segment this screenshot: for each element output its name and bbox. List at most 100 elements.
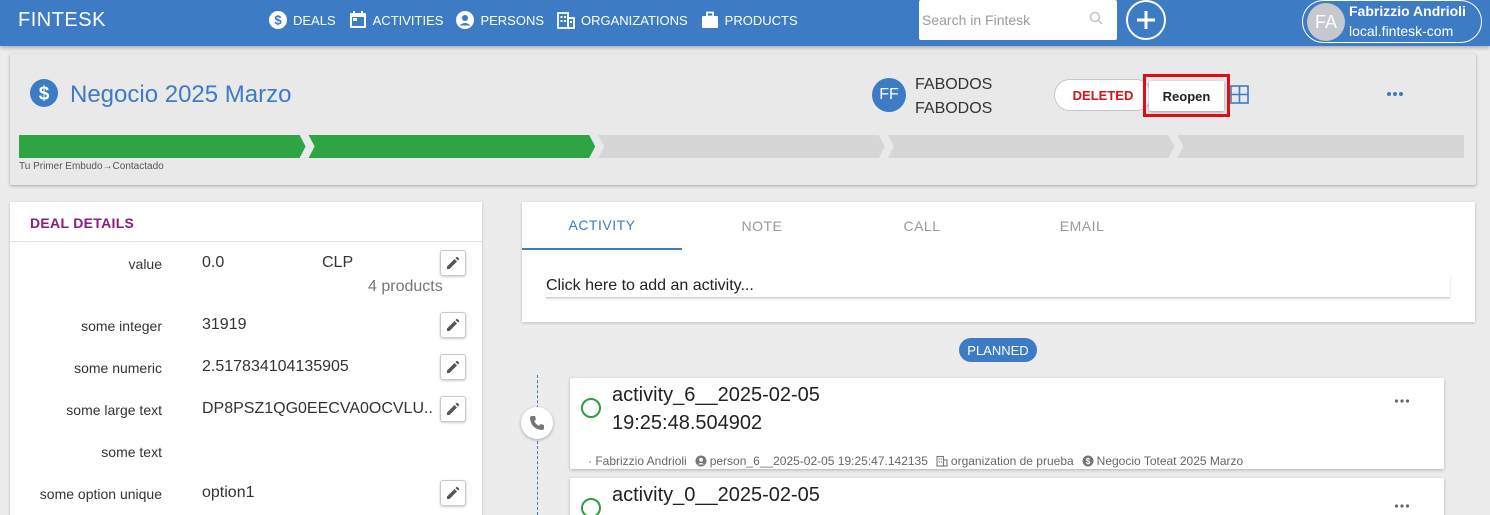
edit-button[interactable] bbox=[440, 312, 466, 338]
pencil-icon bbox=[447, 256, 460, 269]
edit-button[interactable] bbox=[440, 480, 466, 506]
more-options-icon[interactable] bbox=[1394, 398, 1410, 404]
brand-logo[interactable]: FINTESK bbox=[18, 9, 106, 32]
tab-email[interactable]: EMAIL bbox=[1002, 202, 1162, 250]
field-some-text: some text bbox=[10, 438, 482, 466]
activity-card[interactable]: activity_6__2025-02-05 19:25:48.504902 ·… bbox=[570, 378, 1444, 469]
dollar-icon: $ bbox=[30, 79, 58, 107]
planned-badge: PLANNED bbox=[959, 338, 1037, 362]
field-label: some option unique bbox=[39, 486, 162, 502]
field-some-numeric: some numeric 2.517834104135905 bbox=[10, 354, 482, 382]
field-label: some large text bbox=[66, 402, 162, 418]
tab-activity[interactable]: ACTIVITY bbox=[522, 202, 682, 250]
calendar-icon bbox=[349, 11, 366, 28]
timeline-line bbox=[537, 375, 538, 515]
activity-person-label: person_6__2025-02-05 19:25:47.142135 bbox=[709, 454, 928, 468]
pipeline-stages bbox=[19, 135, 1464, 158]
field-value: value 0.0 CLP 4 products bbox=[10, 250, 482, 295]
edit-button[interactable] bbox=[440, 354, 466, 380]
activity-card[interactable]: activity_0__2025-02-05 bbox=[570, 478, 1444, 515]
phone-icon bbox=[530, 416, 544, 430]
activity-owner: · Fabrizzio Andrioli bbox=[588, 454, 687, 468]
status-badge: DELETED bbox=[1054, 79, 1152, 111]
person-icon bbox=[695, 455, 707, 467]
field-label: value bbox=[128, 256, 162, 272]
products-count[interactable]: 4 products bbox=[368, 278, 443, 296]
nav-persons[interactable]: PERSONS bbox=[455, 8, 544, 32]
pipeline-stage[interactable] bbox=[598, 135, 885, 158]
field-some-option-unique: some option unique option1 bbox=[10, 480, 482, 508]
reopen-highlight: Reopen bbox=[1143, 74, 1230, 117]
building-icon bbox=[557, 12, 575, 29]
deal-details-heading: DEAL DETAILS bbox=[10, 202, 482, 242]
pipeline-stage[interactable] bbox=[887, 135, 1175, 158]
field-value-amount: 0.0 bbox=[202, 254, 225, 271]
deal-title[interactable]: Negocio 2025 Marzo bbox=[70, 81, 291, 109]
deal-header: $ Negocio 2025 Marzo FF FABODOS FABODOS … bbox=[10, 54, 1476, 185]
add-activity-input[interactable] bbox=[546, 274, 1450, 298]
user-name: Fabrizzio Andrioli bbox=[1349, 3, 1466, 19]
tab-call[interactable]: CALL bbox=[842, 202, 1002, 250]
edit-button[interactable] bbox=[440, 396, 466, 422]
activity-deal-label: Negocio Toteat 2025 Marzo bbox=[1096, 454, 1244, 468]
field-value: 2.517834104135905 bbox=[202, 358, 349, 375]
field-value: DP8PSZ1QG0EECVA0OCVLU.. bbox=[202, 400, 433, 417]
nav-activities[interactable]: ACTIVITIES bbox=[348, 8, 444, 32]
pipeline-stage[interactable] bbox=[308, 135, 596, 158]
nav-deals-label: DEALS bbox=[293, 12, 336, 28]
activity-deal[interactable]: $ Negocio Toteat 2025 Marzo bbox=[1082, 454, 1244, 468]
nav-organizations-label: ORGANIZATIONS bbox=[581, 12, 688, 28]
field-value: 31919 bbox=[202, 316, 247, 333]
edit-button[interactable] bbox=[440, 250, 466, 276]
grid-view-icon[interactable] bbox=[1230, 85, 1249, 104]
owner-avatar: FF bbox=[872, 78, 906, 112]
activity-organization[interactable]: organization de prueba bbox=[936, 454, 1074, 468]
search-box bbox=[919, 0, 1117, 40]
dollar-icon: $ bbox=[1082, 455, 1094, 467]
pencil-icon bbox=[447, 486, 460, 499]
pencil-icon bbox=[447, 402, 460, 415]
top-bar: FINTESK $ DEALS ACTIVITIES PERSONS ORGAN… bbox=[0, 0, 1490, 46]
activity-type-marker bbox=[521, 407, 553, 439]
svg-text:$: $ bbox=[1085, 457, 1090, 466]
field-some-integer: some integer 31919 bbox=[10, 312, 482, 340]
pipeline-stage[interactable] bbox=[1177, 135, 1464, 158]
nav-deals[interactable]: $ DEALS bbox=[268, 8, 336, 32]
more-options-icon[interactable] bbox=[1394, 503, 1410, 509]
search-input[interactable] bbox=[919, 0, 1084, 40]
pipeline-stage[interactable] bbox=[19, 135, 306, 158]
search-icon[interactable] bbox=[1089, 11, 1103, 25]
add-button[interactable] bbox=[1126, 0, 1166, 40]
nav-activities-label: ACTIVITIES bbox=[372, 12, 444, 28]
owner-name[interactable]: FABODOS FABODOS bbox=[915, 73, 1005, 121]
activity-title[interactable]: activity_0__2025-02-05 bbox=[612, 481, 872, 509]
building-icon bbox=[936, 455, 948, 467]
stage-label: Tu Primer Embudo→Contactado bbox=[19, 161, 164, 172]
field-label: some integer bbox=[81, 318, 162, 334]
user-host: local.fintesk-com bbox=[1349, 23, 1454, 39]
plus-icon bbox=[1137, 11, 1155, 29]
activity-organization-label: organization de prueba bbox=[950, 454, 1074, 468]
reopen-button[interactable]: Reopen bbox=[1149, 81, 1224, 111]
briefcase-icon bbox=[701, 11, 718, 28]
field-label: some text bbox=[101, 444, 162, 460]
more-options-icon[interactable] bbox=[1384, 83, 1406, 105]
complete-checkbox[interactable] bbox=[581, 498, 601, 515]
nav-products-label: PRODUCTS bbox=[724, 12, 798, 28]
complete-checkbox[interactable] bbox=[581, 398, 601, 418]
field-value: option1 bbox=[202, 484, 255, 501]
user-avatar: FA bbox=[1307, 3, 1345, 41]
nav-organizations[interactable]: ORGANIZATIONS bbox=[556, 8, 688, 32]
tab-note[interactable]: NOTE bbox=[682, 202, 842, 250]
nav-persons-label: PERSONS bbox=[480, 12, 545, 28]
activity-meta: · Fabrizzio Andrioli person_6__2025-02-0… bbox=[588, 454, 1243, 468]
activity-person[interactable]: person_6__2025-02-05 19:25:47.142135 bbox=[695, 454, 928, 468]
nav-products[interactable]: PRODUCTS bbox=[700, 8, 798, 32]
svg-text:$: $ bbox=[274, 13, 282, 28]
field-value-currency: CLP bbox=[322, 254, 354, 271]
pencil-icon bbox=[447, 318, 460, 331]
user-menu[interactable]: FA Fabrizzio Andrioli local.fintesk-com bbox=[1302, 0, 1482, 43]
field-some-large-text: some large text DP8PSZ1QG0EECVA0OCVLU.. bbox=[10, 396, 482, 424]
activity-title[interactable]: activity_6__2025-02-05 19:25:48.504902 bbox=[612, 381, 872, 437]
person-icon bbox=[456, 11, 475, 29]
